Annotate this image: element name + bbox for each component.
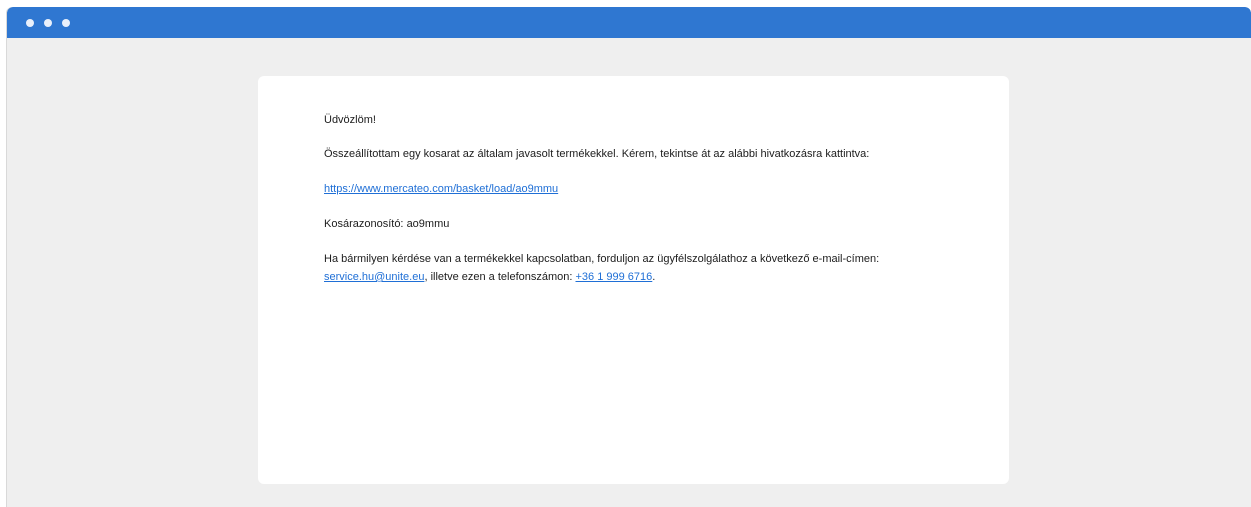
basket-link[interactable]: https://www.mercateo.com/basket/load/ao9…	[324, 183, 558, 195]
window-maximize-dot[interactable]	[62, 18, 70, 27]
contact-text-between: , illetve ezen a telefonszámon:	[424, 271, 573, 283]
email-intro: Összeállítottam egy kosarat az általam j…	[324, 148, 870, 160]
contact-text-end: .	[652, 271, 656, 283]
contact-paragraph: Ha bármilyen kérdése van a termékekkel k…	[324, 250, 943, 286]
window-close-dot[interactable]	[26, 18, 34, 27]
contact-email-link[interactable]: service.hu@unite.eu	[324, 271, 424, 283]
contact-text-before-email: Ha bármilyen kérdése van a termékekkel k…	[324, 253, 880, 265]
basket-id-line: Kosárazonosító: ao9mmu	[324, 215, 943, 233]
basket-link-line: https://www.mercateo.com/basket/load/ao9…	[324, 180, 943, 198]
basket-id-label: Kosárazonosító:	[324, 218, 404, 230]
basket-id-value: ao9mmu	[406, 218, 450, 230]
email-card: Üdvözlöm! Összeállítottam egy kosarat az…	[258, 76, 1009, 484]
email-greeting: Üdvözlöm!	[324, 114, 376, 126]
browser-window: Üdvözlöm! Összeállítottam egy kosarat az…	[7, 7, 1251, 507]
contact-phone-link[interactable]: +36 1 999 6716	[576, 271, 653, 283]
window-titlebar	[7, 7, 1251, 38]
window-minimize-dot[interactable]	[44, 18, 52, 27]
